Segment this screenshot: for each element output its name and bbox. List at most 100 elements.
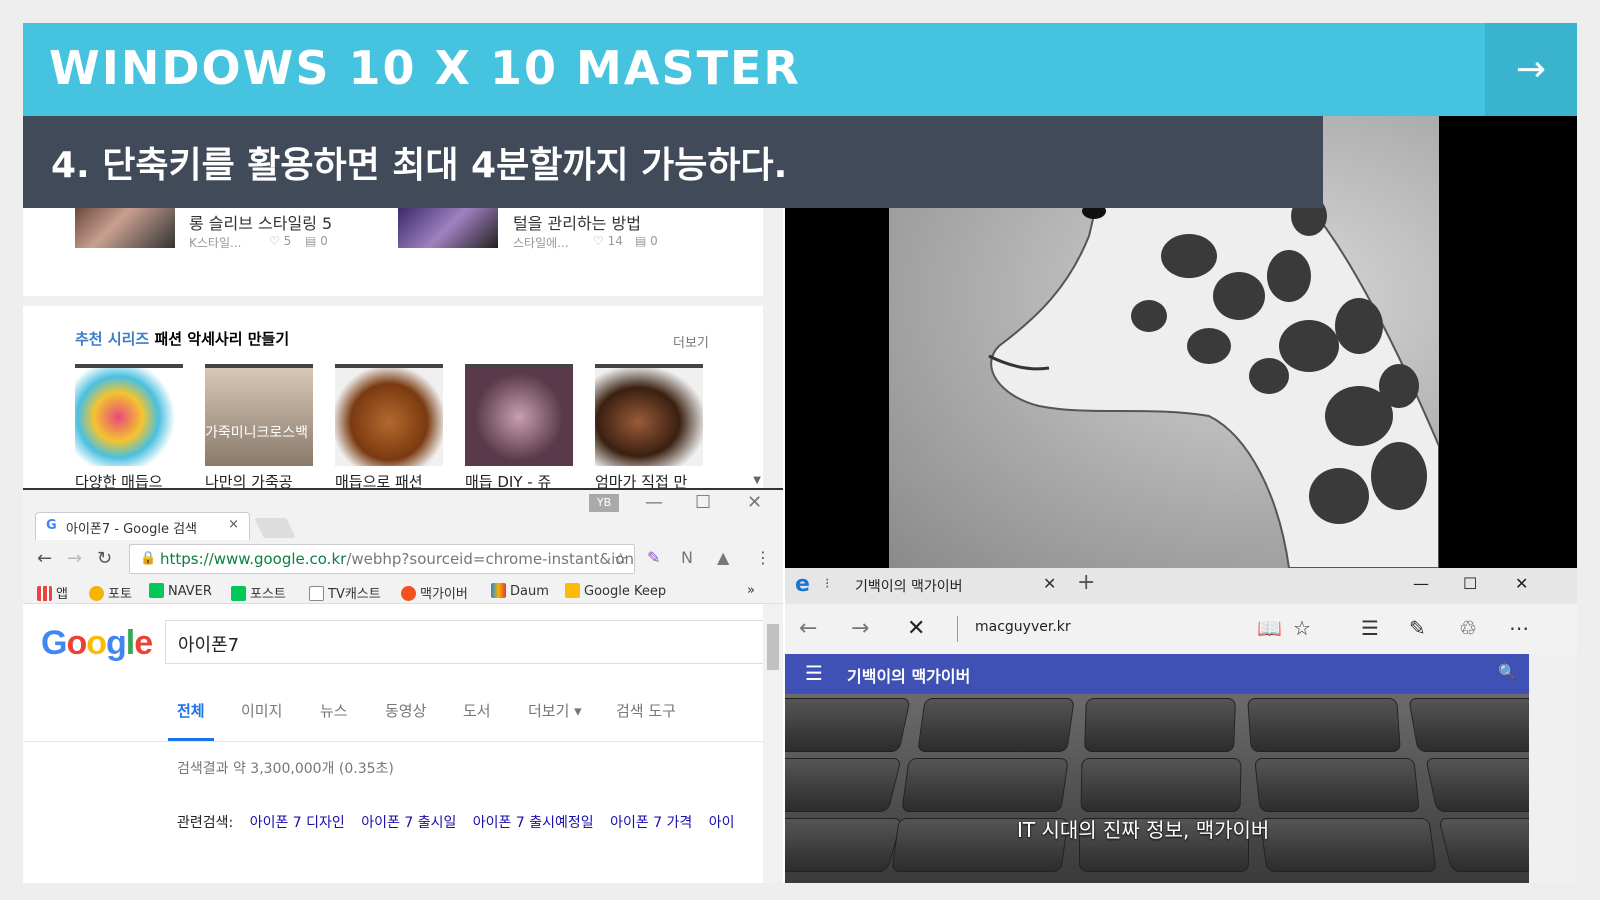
maximize-icon[interactable]: ☐ <box>695 492 711 513</box>
like-count: ♡ 5 <box>269 234 292 248</box>
slide-subtitle: 4. 단축키를 활용하면 최대 4분할까지 가능하다. <box>51 145 788 186</box>
bookmark-keep[interactable]: Google Keep <box>565 583 666 599</box>
hub-icon[interactable]: ☰ <box>1361 616 1379 640</box>
bookmark-apps[interactable]: 앱 <box>37 583 68 602</box>
pen-extension-icon[interactable]: ✎ <box>647 548 660 567</box>
tab-close-icon[interactable]: × <box>228 517 239 532</box>
google-favicon-icon: G <box>46 518 57 533</box>
bookmark-naver[interactable]: NAVER <box>149 583 212 599</box>
related-link[interactable]: 아이폰 7 디자인 <box>250 815 345 831</box>
series-item[interactable]: 가죽미니크로스백 나만의 가죽공 <box>205 364 315 488</box>
address-bar[interactable]: 🔒 https://www.google.co.kr/webhp?sourcei… <box>129 544 635 574</box>
profile-badge[interactable]: YB <box>589 494 619 512</box>
article-row: 롱 슬리브 스타일링 5 K스타일... ♡ 5 ▤ 0 털을 관리하는 방법 … <box>23 208 763 296</box>
related-link[interactable]: 아이폰 7 출시예정일 <box>473 815 594 831</box>
scrollbar-thumb[interactable] <box>767 624 779 670</box>
lock-icon: 🔒 <box>140 551 157 566</box>
bookmark-label: Daum <box>510 584 549 599</box>
minimize-icon[interactable]: — <box>1413 574 1429 593</box>
tab-more[interactable]: 더보기 ▾ <box>528 700 582 721</box>
google-logo[interactable]: Google <box>41 624 153 663</box>
vertical-scrollbar[interactable] <box>763 604 783 883</box>
edge-tab-title[interactable]: 기백이의 맥가이버 <box>855 576 963 596</box>
related-link[interactable]: 아이 <box>709 815 735 831</box>
bookmark-macguyver[interactable]: 맥가이버 <box>401 583 468 602</box>
related-link[interactable]: 아이폰 7 출시일 <box>361 815 456 831</box>
share-icon[interactable]: ♲ <box>1459 616 1477 640</box>
edge-new-tab-icon[interactable]: + <box>1077 570 1095 595</box>
hamburger-menu-icon[interactable]: ☰ <box>805 661 823 685</box>
toolbar-divider <box>957 616 958 642</box>
tab-preview-icon[interactable]: ⁝ <box>825 576 829 592</box>
article-source: 스타일에... <box>513 236 569 250</box>
series-thumbnail[interactable] <box>75 364 183 466</box>
series-item[interactable]: 매듭 DIY - 쥬 <box>465 364 575 488</box>
series-item[interactable]: 매듭으로 패션 <box>335 364 445 488</box>
article-title[interactable]: 털을 관리하는 방법 <box>513 210 641 234</box>
favorites-star-icon[interactable]: ☆ <box>1293 616 1311 640</box>
tab-all[interactable]: 전체 <box>177 700 205 721</box>
active-tab-indicator <box>168 738 214 741</box>
bookmark-photo[interactable]: 포토 <box>89 583 132 602</box>
series-prefix: 추천 시리즈 <box>75 330 150 348</box>
series-caption: 나만의 가죽공 <box>205 473 293 488</box>
menu-kebab-icon[interactable]: ⋮ <box>755 548 771 567</box>
macguyver-icon <box>401 586 416 601</box>
reading-view-icon[interactable]: 📖 <box>1257 616 1282 640</box>
site-slogan: IT 시대의 진짜 정보, 맥가이버 <box>1017 818 1270 842</box>
series-item[interactable]: 엄마가 직접 만 <box>595 364 705 488</box>
edge-titlebar: e ⁝ 기백이의 맥가이버 ✕ + — ☐ ✕ <box>785 568 1577 604</box>
edge-scrollbar[interactable] <box>1529 654 1577 883</box>
series-item[interactable]: 다양한 매듭으 <box>75 364 185 488</box>
web-note-icon[interactable]: ✎ <box>1409 616 1426 640</box>
forward-arrow-icon[interactable]: → <box>67 548 82 569</box>
bookmarks-overflow-icon[interactable]: » <box>747 583 755 598</box>
reload-icon[interactable]: ↻ <box>97 548 112 569</box>
tab-title: 아이폰7 - Google 검색 <box>66 522 198 537</box>
tab-search-tools[interactable]: 검색 도구 <box>616 700 676 721</box>
scroll-down-icon[interactable]: ▼ <box>753 475 761 486</box>
more-actions-icon[interactable]: ⋯ <box>1509 616 1529 640</box>
subtitle-bar: 4. 단축키를 활용하면 최대 4분할까지 가능하다. <box>23 116 1323 208</box>
edge-tab-close-icon[interactable]: ✕ <box>1043 574 1056 593</box>
more-link[interactable]: 더보기 <box>673 332 709 351</box>
series-thumbnail[interactable]: 가죽미니크로스백 <box>205 364 313 466</box>
page-icon <box>309 586 324 601</box>
tab-images[interactable]: 이미지 <box>241 700 282 721</box>
note-extension-icon[interactable]: N <box>681 548 693 567</box>
series-thumbnail[interactable] <box>465 364 573 466</box>
tab-books[interactable]: 도서 <box>463 700 491 721</box>
back-arrow-icon[interactable]: ← <box>37 548 52 569</box>
bookmark-star-icon[interactable]: ☆ <box>614 549 628 568</box>
search-icon[interactable]: 🔍 <box>1498 663 1517 681</box>
bookmark-post[interactable]: 포스트 <box>231 583 286 602</box>
bookmarks-bar: 앱 포토 NAVER 포스트 TV캐스트 맥가이버 Daum Google Ke… <box>23 578 783 604</box>
article-thumbnail[interactable] <box>398 208 498 248</box>
chrome-tab[interactable]: G 아이폰7 - Google 검색 × <box>35 512 250 540</box>
apps-grid-icon <box>37 586 52 601</box>
site-title[interactable]: 기백이의 맥가이버 <box>847 663 970 687</box>
edge-address-bar[interactable]: macguyver.kr <box>975 619 1071 635</box>
bookmark-tvcast[interactable]: TV캐스트 <box>309 583 381 602</box>
new-tab-button[interactable] <box>254 518 296 538</box>
tab-videos[interactable]: 동영상 <box>385 700 426 721</box>
close-window-icon[interactable]: ✕ <box>747 492 762 513</box>
minimize-icon[interactable]: — <box>645 492 663 513</box>
search-input[interactable]: 아이폰7 <box>165 620 765 664</box>
article-title[interactable]: 롱 슬리브 스타일링 5 <box>189 210 332 234</box>
series-thumbnail[interactable] <box>335 364 443 466</box>
article-thumbnail[interactable] <box>75 208 175 248</box>
next-arrow-icon[interactable]: → <box>1485 23 1577 116</box>
forward-arrow-icon[interactable]: → <box>851 616 869 641</box>
close-window-icon[interactable]: ✕ <box>1515 574 1528 593</box>
drive-extension-icon[interactable]: ▲ <box>717 548 729 567</box>
bookmark-daum[interactable]: Daum <box>491 583 549 599</box>
series-caption: 매듭 DIY - 쥬 <box>465 473 552 488</box>
maximize-icon[interactable]: ☐ <box>1463 574 1477 593</box>
tab-news[interactable]: 뉴스 <box>320 700 348 721</box>
series-thumbnail[interactable] <box>595 364 703 466</box>
banner: WINDOWS 10 X 10 MASTER → <box>23 23 1577 116</box>
stop-loading-icon[interactable]: ✕ <box>907 616 925 641</box>
related-link[interactable]: 아이폰 7 가격 <box>610 815 692 831</box>
back-arrow-icon[interactable]: ← <box>799 616 817 641</box>
